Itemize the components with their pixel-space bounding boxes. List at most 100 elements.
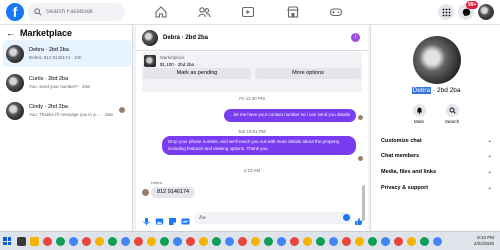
chat-header: Debra · 2bd 2ba i: [136, 25, 368, 51]
friends-icon[interactable]: [197, 5, 211, 19]
chrome-icon[interactable]: [355, 237, 364, 246]
conversation-preview: You: send your number? · 19w: [29, 84, 91, 89]
chrome-icon[interactable]: [329, 237, 338, 246]
seen-avatar: [358, 156, 363, 161]
chrome-icon[interactable]: [303, 237, 312, 246]
svg-text:GIF: GIF: [183, 220, 190, 224]
file-explorer-icon[interactable]: [30, 237, 39, 246]
mute-label: Mute: [413, 119, 424, 124]
chrome-icon[interactable]: [56, 237, 65, 246]
listing-thumbnail[interactable]: [144, 55, 156, 67]
conversation-item[interactable]: Debra · 2bd 2ba Debra: 812 9146174 · 10h: [3, 40, 131, 67]
chrome-icon[interactable]: [82, 237, 91, 246]
listing-category: Marketplace: [160, 55, 185, 60]
chrome-icon[interactable]: [108, 237, 117, 246]
chrome-icon[interactable]: [69, 237, 78, 246]
chrome-icon[interactable]: [121, 237, 130, 246]
chevron-down-icon: ⌄: [487, 153, 492, 159]
more-options-button[interactable]: More options: [255, 68, 361, 79]
search-input[interactable]: [46, 9, 116, 15]
like-icon[interactable]: [354, 213, 363, 225]
apps-menu-icon[interactable]: [438, 4, 454, 20]
chevron-down-icon: ⌄: [487, 169, 492, 175]
chevron-down-icon: ⌄: [487, 185, 492, 191]
conversation-info-panel: Debra · 2bd 2ba Mute Search Customize ch…: [370, 25, 500, 231]
conversation-name: Cindy · 2bd 2ba: [29, 104, 68, 110]
chrome-icon[interactable]: [225, 237, 234, 246]
mark-as-pending-button[interactable]: Mark as pending: [143, 68, 251, 79]
seen-avatar: [119, 107, 125, 113]
message-timestamp: Sat 10:51 PM: [238, 129, 266, 134]
media-files-links-item[interactable]: Media, files and links ⌄: [381, 169, 496, 175]
conversation-item[interactable]: Curtis · 2bd 2ba You: send your number? …: [3, 69, 131, 96]
selected-name-text[interactable]: Debra: [411, 87, 432, 94]
listing-price[interactable]: $1,100 · 2bd 2ba: [160, 62, 194, 67]
menu-item-label: Media, files and links: [381, 169, 437, 175]
sidebar-title: Marketplace: [20, 28, 73, 38]
menu-item-label: Privacy & support: [381, 185, 429, 191]
profile-avatar[interactable]: [478, 4, 494, 20]
chrome-icon[interactable]: [316, 237, 325, 246]
chrome-icon[interactable]: [251, 237, 260, 246]
info-icon[interactable]: i: [351, 33, 360, 42]
gif-icon[interactable]: GIF: [181, 213, 190, 225]
search-icon: [445, 104, 459, 117]
marketplace-sidebar: ← Marketplace Debra · 2bd 2ba Debra: 812…: [0, 25, 133, 231]
avatar[interactable]: [142, 30, 158, 46]
emoji-icon[interactable]: [343, 214, 350, 221]
outgoing-message[interactable]: ...let me have your contact number so i …: [224, 109, 356, 122]
chrome-icon[interactable]: [95, 237, 104, 246]
sticker-icon[interactable]: [168, 213, 177, 225]
conversation-item[interactable]: Cindy · 2bd 2ba You: Thanks I'll message…: [3, 97, 131, 124]
message-timestamp: 4:23 AM: [243, 168, 261, 173]
avatar[interactable]: [413, 36, 461, 84]
sender-name: Debra: [151, 180, 162, 185]
microphone-icon[interactable]: [142, 213, 151, 226]
chrome-icon[interactable]: [43, 237, 52, 246]
chrome-icon[interactable]: [342, 237, 351, 246]
chrome-icon[interactable]: [238, 237, 247, 246]
mute-button[interactable]: Mute: [404, 104, 434, 124]
search-taskbar-icon[interactable]: [17, 237, 26, 246]
chrome-icon[interactable]: [407, 237, 416, 246]
facebook-logo[interactable]: f: [6, 3, 24, 21]
message-timestamp: Fri 11:40 PM: [239, 96, 265, 101]
chat-members-item[interactable]: Chat members ⌄: [381, 153, 496, 159]
video-icon[interactable]: [241, 5, 255, 19]
chrome-icon[interactable]: [134, 237, 143, 246]
message-input[interactable]: [194, 212, 352, 224]
chrome-icon[interactable]: [381, 237, 390, 246]
chrome-icon[interactable]: [147, 237, 156, 246]
windows-start-icon[interactable]: [3, 237, 11, 245]
search-in-conversation-button[interactable]: Search: [437, 104, 467, 124]
profile-name: Debra · 2bd 2ba: [371, 87, 500, 94]
outgoing-message[interactable]: Drop your phone number, and we'll reach …: [162, 136, 356, 155]
conversation-preview: You: Thanks I'll message you in a ... · …: [29, 112, 113, 117]
avatar: [6, 73, 24, 92]
chrome-icon[interactable]: [160, 237, 169, 246]
chrome-icon[interactable]: [368, 237, 377, 246]
chrome-icon[interactable]: [277, 237, 286, 246]
customize-chat-item[interactable]: Customize chat ⌄: [381, 138, 496, 144]
chrome-icon[interactable]: [264, 237, 273, 246]
avatar: [142, 189, 149, 196]
image-icon[interactable]: [155, 213, 164, 225]
chrome-icon[interactable]: [290, 237, 299, 246]
home-icon[interactable]: [154, 5, 168, 19]
chrome-icon[interactable]: [420, 237, 429, 246]
gaming-icon[interactable]: [329, 5, 343, 19]
incoming-message[interactable]: 812 9146174: [151, 187, 196, 198]
system-clock[interactable]: 8:34 PM 2/22/2025: [474, 235, 494, 247]
chrome-icon[interactable]: [433, 237, 442, 246]
chrome-icon[interactable]: [212, 237, 221, 246]
chrome-icon[interactable]: [394, 237, 403, 246]
privacy-support-item[interactable]: Privacy & support ⌄: [381, 185, 496, 191]
chrome-icon[interactable]: [173, 237, 182, 246]
marketplace-icon[interactable]: [286, 5, 300, 19]
chrome-icon[interactable]: [186, 237, 195, 246]
menu-item-label: Customize chat: [381, 138, 422, 144]
chat-title[interactable]: Debra · 2bd 2ba: [163, 35, 208, 41]
chrome-icon[interactable]: [199, 237, 208, 246]
back-arrow-icon[interactable]: ←: [6, 28, 15, 38]
search-box[interactable]: [28, 3, 125, 21]
